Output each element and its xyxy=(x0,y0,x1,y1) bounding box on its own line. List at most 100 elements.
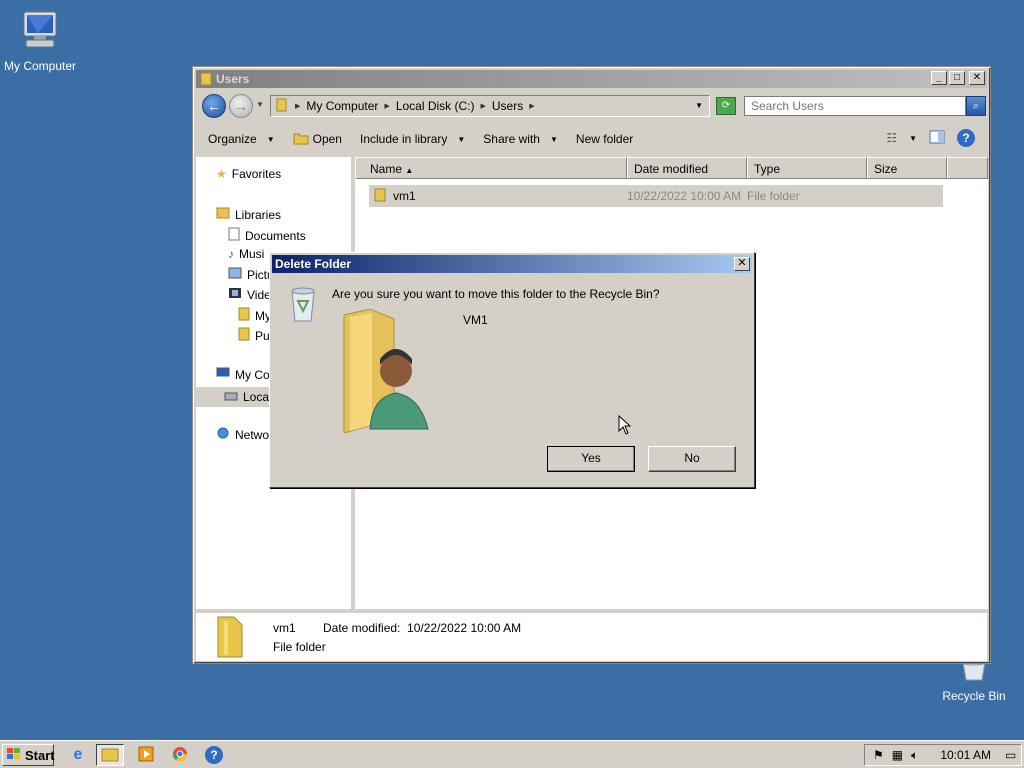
document-icon xyxy=(228,227,240,244)
nav-item-label: Networ xyxy=(235,427,274,442)
taskbar-chrome[interactable] xyxy=(166,744,194,766)
nav-item-label: Pu xyxy=(255,328,270,343)
no-button[interactable]: No xyxy=(648,446,736,472)
nav-item-pu[interactable]: Pu xyxy=(238,327,270,344)
nav-item-label: Musi xyxy=(239,247,265,261)
folder-icon xyxy=(200,72,212,91)
forward-arrow-icon: → xyxy=(234,98,248,114)
refresh-button[interactable]: ⟳ xyxy=(716,97,736,115)
taskbar-internet-explorer[interactable]: e xyxy=(64,744,92,766)
show-desktop-icon[interactable]: ▭ xyxy=(1005,748,1016,762)
video-icon xyxy=(228,287,242,302)
maximize-button[interactable]: □ xyxy=(949,71,965,85)
open-button[interactable]: Open xyxy=(293,131,342,148)
help-icon[interactable]: ? xyxy=(957,129,975,147)
desktop-icon-recycle-bin[interactable]: Recycle Bin xyxy=(934,660,1014,703)
breadcrumb-arrow-icon[interactable]: ▶ xyxy=(529,102,534,110)
desktop-icon-my-computer[interactable]: My Computer xyxy=(0,8,80,73)
back-button[interactable]: ← xyxy=(202,94,226,118)
start-label: Start xyxy=(25,747,55,763)
folder-icon xyxy=(275,98,289,115)
folder-icon xyxy=(101,746,119,765)
include-in-library-menu[interactable]: Include in library ▼ xyxy=(360,132,465,146)
close-button[interactable]: ✕ xyxy=(969,71,985,85)
system-tray: ⚑ ▦ 🔈︎ 10:01 AM ▭ xyxy=(864,744,1022,766)
breadcrumb-local-disk[interactable]: Local Disk (C:) xyxy=(396,99,475,113)
nav-item-label: Libraries xyxy=(235,207,282,222)
view-options-icon[interactable]: ☷ xyxy=(886,131,897,145)
search-input[interactable] xyxy=(744,96,966,116)
sort-ascending-icon: ▲ xyxy=(405,166,414,175)
help-icon: ? xyxy=(205,746,223,764)
nav-item-network[interactable]: Networ xyxy=(216,427,273,442)
details-type: File folder xyxy=(273,640,326,654)
nav-item-favorites[interactable]: ★ Favorites xyxy=(216,167,281,181)
nav-item-label: Loca xyxy=(243,390,270,404)
file-type: File folder xyxy=(747,189,800,203)
new-folder-button[interactable]: New folder xyxy=(576,132,633,146)
address-dropdown-icon[interactable]: ▼ xyxy=(695,101,703,110)
dialog-message: Are you sure you want to move this folde… xyxy=(332,287,660,301)
chevron-down-icon: ▼ xyxy=(266,134,275,144)
column-type[interactable]: Type xyxy=(747,157,867,179)
delete-folder-dialog: Delete Folder ✕ Are you sure you want to… xyxy=(269,252,755,488)
dialog-close-button[interactable]: ✕ xyxy=(734,257,750,271)
column-date-modified[interactable]: Date modified xyxy=(627,157,747,179)
breadcrumb-arrow-icon[interactable]: ▶ xyxy=(384,102,389,110)
volume-icon[interactable]: 🔈︎ xyxy=(911,748,918,763)
breadcrumb-users[interactable]: Users xyxy=(492,99,523,113)
start-button[interactable]: Start xyxy=(2,744,55,766)
chevron-down-icon: ▼ xyxy=(549,134,558,144)
nav-item-music[interactable]: ♪ Musi xyxy=(228,247,264,261)
column-headers: Name ▲ Date modified Type Size xyxy=(355,157,988,179)
forward-button[interactable]: → xyxy=(229,94,253,118)
taskbar-media-player[interactable] xyxy=(132,744,160,766)
search-icon: ⌕ xyxy=(972,100,980,112)
minimize-button[interactable]: _ xyxy=(931,71,947,85)
nav-item-my[interactable]: My xyxy=(238,307,271,324)
column-name[interactable]: Name ▲ xyxy=(355,157,627,179)
back-arrow-icon: ← xyxy=(207,98,221,114)
clock[interactable]: 10:01 AM xyxy=(940,748,991,762)
yes-button[interactable]: Yes xyxy=(547,446,635,472)
details-date-value: 10/22/2022 10:00 AM xyxy=(407,621,522,635)
open-label: Open xyxy=(312,132,342,146)
nav-item-documents[interactable]: Documents xyxy=(228,227,306,244)
breadcrumb-arrow-icon[interactable]: ▶ xyxy=(481,102,486,110)
file-row[interactable]: vm1 10/22/2022 10:00 AM File folder xyxy=(369,185,943,207)
nav-item-libraries[interactable]: Libraries xyxy=(216,207,281,222)
breadcrumb-arrow-icon[interactable]: ▶ xyxy=(295,102,300,110)
search-button[interactable]: ⌕ xyxy=(966,96,986,116)
taskbar: Start e ? ⚑ ▦ 🔈︎ 10:01 AM ▭ xyxy=(0,740,1024,768)
dialog-titlebar[interactable]: Delete Folder ✕ xyxy=(272,255,752,273)
windows-logo-icon xyxy=(6,747,22,764)
taskbar-explorer[interactable] xyxy=(96,744,124,766)
address-bar[interactable]: ▶ My Computer ▶ Local Disk (C:) ▶ Users … xyxy=(270,95,710,117)
folder-icon xyxy=(214,615,246,662)
column-spacer xyxy=(947,157,988,179)
star-icon: ★ xyxy=(216,167,227,181)
new-folder-label: New folder xyxy=(575,132,634,146)
network-tray-icon[interactable]: ▦ xyxy=(892,748,903,762)
taskbar-help[interactable]: ? xyxy=(200,744,228,766)
nav-item-pictures[interactable]: Pictu xyxy=(228,267,274,282)
history-dropdown-icon[interactable]: ▼ xyxy=(256,100,264,109)
column-size[interactable]: Size xyxy=(867,157,947,179)
share-with-label: Share with xyxy=(483,132,540,146)
command-bar: Organize ▼ Open Include in library ▼ Share… xyxy=(196,125,987,153)
dialog-title: Delete Folder xyxy=(275,257,352,271)
desktop-icon-label: Recycle Bin xyxy=(942,689,1006,703)
flag-icon[interactable]: ⚑ xyxy=(873,748,884,762)
breadcrumb-my-computer[interactable]: My Computer xyxy=(306,99,378,113)
user-folder-icon xyxy=(340,308,432,436)
nav-item-label: Documents xyxy=(245,228,306,243)
share-with-menu[interactable]: Share with ▼ xyxy=(483,132,558,146)
picture-icon xyxy=(228,267,242,282)
preview-pane-icon[interactable] xyxy=(929,130,945,147)
address-row: ← → ▼ ▶ My Computer ▶ Local Disk (C:) ▶ … xyxy=(196,91,987,121)
organize-menu[interactable]: Organize ▼ xyxy=(208,132,275,146)
desktop-icon-label: My Computer xyxy=(3,59,77,73)
view-dropdown-icon[interactable]: ▼ xyxy=(909,134,917,143)
computer-icon xyxy=(0,8,80,55)
explorer-titlebar[interactable]: Users _ □ ✕ xyxy=(196,70,987,88)
